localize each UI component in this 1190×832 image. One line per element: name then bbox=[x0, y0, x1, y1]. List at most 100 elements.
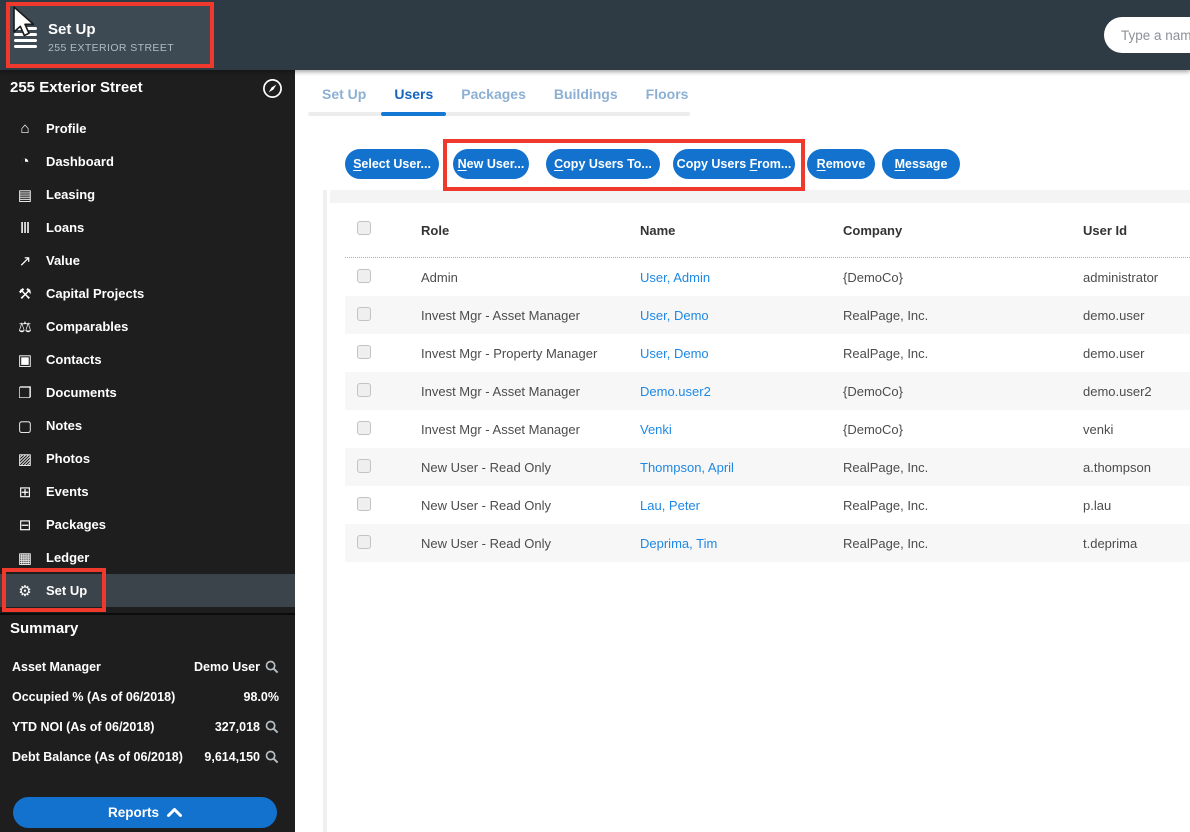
sidebar-item-documents[interactable]: ❐ Documents bbox=[0, 376, 295, 409]
photo-icon: ▨ bbox=[17, 450, 33, 468]
active-tab-underline bbox=[381, 112, 446, 116]
table-row: New User - Read Only Lau, Peter RealPage… bbox=[345, 486, 1190, 524]
compass-icon[interactable] bbox=[262, 78, 283, 99]
action-button-row: Select User... New User... Copy Users To… bbox=[345, 149, 960, 179]
sidebar-item-ledger[interactable]: ▦ Ledger bbox=[0, 541, 295, 574]
copy-users-to-button[interactable]: Copy Users To... bbox=[546, 149, 660, 179]
sidebar-item-capital-projects[interactable]: ⚒ Capital Projects bbox=[0, 277, 295, 310]
table-body: Admin User, Admin {DemoCo} administrator… bbox=[345, 258, 1190, 562]
chevron-up-icon bbox=[167, 808, 182, 817]
column-header-name: Name bbox=[640, 222, 676, 238]
row-checkbox[interactable] bbox=[357, 534, 371, 549]
grid-top-cap bbox=[330, 190, 1190, 203]
magnifier-icon[interactable] bbox=[265, 750, 279, 764]
tab-floors[interactable]: Floors bbox=[646, 86, 689, 102]
tab-buildings[interactable]: Buildings bbox=[554, 86, 618, 102]
summary-heading: Summary bbox=[10, 620, 79, 637]
sidebar-item-profile[interactable]: ⌂ Profile bbox=[0, 112, 295, 145]
magnifier-icon[interactable] bbox=[265, 660, 279, 674]
row-checkbox[interactable] bbox=[357, 496, 371, 511]
row-checkbox[interactable] bbox=[357, 420, 371, 435]
sidebar-item-events[interactable]: ⊞ Events bbox=[0, 475, 295, 508]
select-user-button[interactable]: Select User... bbox=[345, 149, 439, 179]
user-name-link[interactable]: Demo.user2 bbox=[640, 384, 843, 399]
user-name-link[interactable]: User, Admin bbox=[640, 270, 843, 285]
pages-icon: ❐ bbox=[18, 384, 32, 402]
tab-packages[interactable]: Packages bbox=[461, 86, 526, 102]
tab-bar: Set Up Users Packages Buildings Floors bbox=[322, 86, 688, 102]
property-header: 255 Exterior Street bbox=[0, 70, 295, 108]
user-name-link[interactable]: Thompson, April bbox=[640, 460, 843, 475]
user-name-link[interactable]: User, Demo bbox=[640, 308, 843, 323]
table-row: New User - Read Only Deprima, Tim RealPa… bbox=[345, 524, 1190, 562]
sidebar-item-loans[interactable]: Ⅲ Loans bbox=[0, 211, 295, 244]
scales-icon: ⚖ bbox=[18, 318, 32, 336]
header-text: Set Up 255 EXTERIOR STREET bbox=[48, 21, 174, 54]
page-subtitle: 255 EXTERIOR STREET bbox=[48, 42, 175, 54]
new-user-button[interactable]: New User... bbox=[453, 149, 529, 179]
sidebar-item-leasing[interactable]: ▤ Leasing bbox=[0, 178, 295, 211]
box-icon: ⊟ bbox=[18, 516, 32, 534]
table-row: Invest Mgr - Asset Manager Demo.user2 {D… bbox=[345, 372, 1190, 410]
document-icon: ▤ bbox=[17, 186, 33, 204]
sidebar-menu: ⌂ Profile ◔ Dashboard ▤ Leasing Ⅲ Loans ↗ Val… bbox=[0, 112, 295, 607]
note-icon: ▢ bbox=[17, 417, 33, 435]
table-row: Invest Mgr - Asset Manager User, Demo Re… bbox=[345, 296, 1190, 334]
sidebar-item-set-up[interactable]: ⚙ Set Up bbox=[0, 574, 295, 607]
table-row: Invest Mgr - Property Manager User, Demo… bbox=[345, 334, 1190, 372]
table-header-row: Role Name Company User Id bbox=[345, 203, 1190, 258]
sidebar: 255 Exterior Street ⌂ Profile ◔ Dashboard … bbox=[0, 70, 295, 832]
sidebar-item-photos[interactable]: ▨ Photos bbox=[0, 442, 295, 475]
building-icon: ⌂ bbox=[20, 120, 30, 137]
table-row: Admin User, Admin {DemoCo} administrator bbox=[345, 258, 1190, 296]
sidebar-item-contacts[interactable]: ▣ Contacts bbox=[0, 343, 295, 376]
column-header-company: Company bbox=[843, 222, 903, 238]
tab-users[interactable]: Users bbox=[394, 86, 433, 102]
table-row: New User - Read Only Thompson, April Rea… bbox=[345, 448, 1190, 486]
table-row: Invest Mgr - Asset Manager Venki {DemoCo… bbox=[345, 410, 1190, 448]
sidebar-divider bbox=[0, 613, 295, 615]
copy-users-from-button[interactable]: Copy Users From... bbox=[673, 149, 795, 179]
reports-button[interactable]: Reports bbox=[13, 797, 277, 828]
contact-card-icon: ▣ bbox=[17, 351, 33, 369]
property-name: 255 Exterior Street bbox=[10, 79, 143, 96]
top-bar: Set Up 255 EXTERIOR STREET bbox=[0, 0, 1190, 70]
bank-icon: Ⅲ bbox=[19, 219, 31, 237]
gauge-icon: ◔ bbox=[20, 153, 30, 170]
row-checkbox[interactable] bbox=[357, 344, 371, 359]
sidebar-item-notes[interactable]: ▢ Notes bbox=[0, 409, 295, 442]
sidebar-item-dashboard[interactable]: ◔ Dashboard bbox=[0, 145, 295, 178]
row-checkbox[interactable] bbox=[357, 306, 371, 321]
sidebar-item-value[interactable]: ↗ Value bbox=[0, 244, 295, 277]
sidebar-item-comparables[interactable]: ⚖ Comparables bbox=[0, 310, 295, 343]
summary-row-ytd-noi: YTD NOI (As of 06/2018) 327,018 bbox=[0, 712, 295, 742]
magnifier-icon[interactable] bbox=[265, 720, 279, 734]
column-header-role: Role bbox=[421, 222, 450, 238]
user-name-link[interactable]: Venki bbox=[640, 422, 843, 437]
users-table: Role Name Company User Id Admin User, Ad… bbox=[345, 203, 1190, 562]
select-all-checkbox[interactable] bbox=[357, 220, 371, 235]
summary-row-asset-manager: Asset Manager Demo User bbox=[0, 652, 295, 682]
user-name-link[interactable]: User, Demo bbox=[640, 346, 843, 361]
row-checkbox[interactable] bbox=[357, 268, 371, 283]
summary-row-debt-balance: Debt Balance (As of 06/2018) 9,614,150 bbox=[0, 742, 295, 772]
summary-panel: Asset Manager Demo User Occupied % (As o… bbox=[0, 652, 295, 772]
chart-line-icon: ↗ bbox=[18, 252, 32, 270]
remove-button[interactable]: Remove bbox=[807, 149, 875, 179]
message-button[interactable]: Message bbox=[882, 149, 960, 179]
search-input[interactable] bbox=[1104, 17, 1190, 53]
main-content: Set Up Users Packages Buildings Floors S… bbox=[295, 70, 1190, 832]
user-name-link[interactable]: Lau, Peter bbox=[640, 498, 843, 513]
row-checkbox[interactable] bbox=[357, 382, 371, 397]
hamburger-menu-icon[interactable] bbox=[14, 27, 37, 51]
grid-icon: ▦ bbox=[17, 549, 33, 567]
tab-track bbox=[308, 112, 690, 116]
user-name-link[interactable]: Deprima, Tim bbox=[640, 536, 843, 551]
calendar-icon: ⊞ bbox=[18, 483, 32, 501]
column-header-user-id: User Id bbox=[1083, 222, 1128, 238]
page-title: Set Up bbox=[48, 21, 96, 38]
content-left-rule bbox=[323, 190, 327, 832]
tab-set-up[interactable]: Set Up bbox=[322, 86, 366, 102]
row-checkbox[interactable] bbox=[357, 458, 371, 473]
sidebar-item-packages[interactable]: ⊟ Packages bbox=[0, 508, 295, 541]
